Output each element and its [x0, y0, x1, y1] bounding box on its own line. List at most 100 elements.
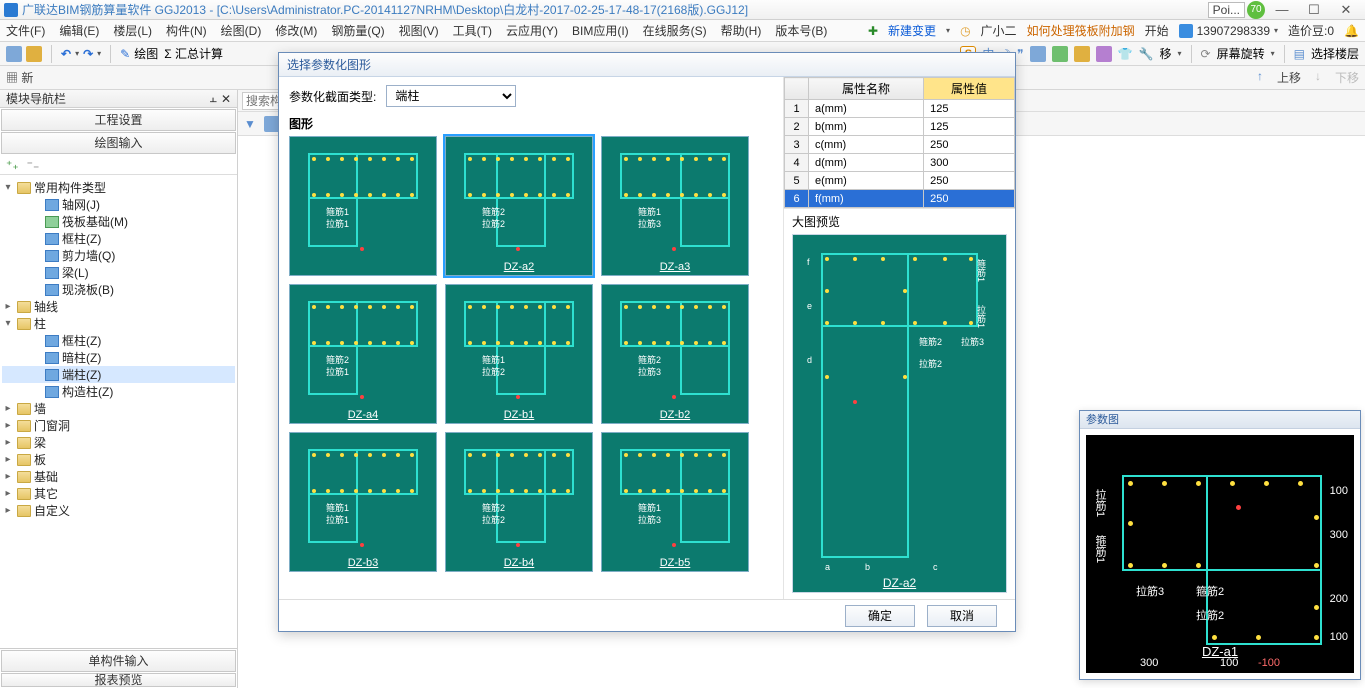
tree-common[interactable]: ▾常用构件类型: [2, 179, 235, 196]
prop-row[interactable]: 6f(mm)250: [785, 190, 1015, 208]
menu-rebar[interactable]: 钢筋量(Q): [331, 22, 384, 39]
tree-col-constr[interactable]: 构造柱(Z): [2, 383, 235, 400]
tool-icon-a[interactable]: [1030, 46, 1046, 62]
component-tree: ▾常用构件类型 轴网(J) 筏板基础(M) 框柱(Z) 剪力墙(Q) 梁(L) …: [0, 175, 237, 648]
tree-foundation[interactable]: ▸基础: [2, 468, 235, 485]
select-floor-label[interactable]: 选择楼层: [1311, 45, 1359, 62]
menu-edit[interactable]: 编辑(E): [59, 22, 99, 39]
menu-file[interactable]: 文件(F): [6, 22, 45, 39]
shape-cell-3[interactable]: 箍筋2拉筋1DZ-a4: [289, 284, 437, 424]
redo-icon[interactable]: ↷: [83, 47, 93, 61]
prop-row[interactable]: 5e(mm)250: [785, 172, 1015, 190]
pin-icon[interactable]: ⫠: [210, 91, 217, 106]
tree-beam[interactable]: 梁(L): [2, 264, 235, 281]
prop-row[interactable]: 4d(mm)300: [785, 154, 1015, 172]
tree-shearwall[interactable]: 剪力墙(Q): [2, 247, 235, 264]
project-settings-button[interactable]: 工程设置: [1, 109, 236, 131]
tree-raft[interactable]: 筏板基础(M): [2, 213, 235, 230]
tree-slab-cat[interactable]: ▸板: [2, 451, 235, 468]
single-input-button[interactable]: 单构件输入: [1, 650, 236, 672]
tree-beam-cat[interactable]: ▸梁: [2, 434, 235, 451]
undo-icon[interactable]: ↶: [61, 47, 71, 61]
preview-label: 大图预览: [784, 208, 1015, 234]
shape-cell-2[interactable]: 箍筋1拉筋3DZ-a3: [601, 136, 749, 276]
save-icon[interactable]: [26, 46, 42, 62]
menu-modify[interactable]: 修改(M): [275, 22, 317, 39]
minimize-icon[interactable]: —: [1267, 2, 1297, 17]
rotate-label[interactable]: 屏幕旋转: [1217, 45, 1265, 62]
tool-icon-b[interactable]: [1052, 46, 1068, 62]
pencil-icon[interactable]: ✎: [120, 47, 130, 61]
shape-caption: DZ-b3: [290, 557, 436, 569]
up-label[interactable]: 上移: [1277, 69, 1301, 86]
xiaoer[interactable]: 广小二: [981, 22, 1017, 39]
prop-row[interactable]: 1a(mm)125: [785, 100, 1015, 118]
menu-help[interactable]: 帮助(H): [721, 22, 762, 39]
close-nav-icon[interactable]: ✕: [221, 92, 231, 106]
col-value: 属性值: [924, 78, 1015, 100]
tree-opening[interactable]: ▸门窗洞: [2, 417, 235, 434]
tree-axis-net[interactable]: 轴网(J): [2, 196, 235, 213]
shape-cell-4[interactable]: 箍筋1拉筋2DZ-b1: [445, 284, 593, 424]
sub-new-icon[interactable]: ▦ 新: [6, 69, 33, 86]
shape-cell-0[interactable]: 箍筋1拉筋1: [289, 136, 437, 276]
up-arrow-icon[interactable]: ↑: [1257, 69, 1263, 86]
menu-bim[interactable]: BIM应用(I): [572, 22, 629, 39]
tree-col-frame[interactable]: 框柱(Z): [2, 332, 235, 349]
menu-component[interactable]: 构件(N): [166, 22, 207, 39]
bell-icon[interactable]: 🔔: [1344, 24, 1359, 38]
tree-axis[interactable]: ▸轴线: [2, 298, 235, 315]
comma-icon[interactable]: ❞: [1017, 47, 1023, 61]
ok-button[interactable]: 确定: [845, 605, 915, 627]
maximize-icon[interactable]: ☐: [1299, 2, 1329, 18]
new-change-link[interactable]: 新建变更: [888, 22, 936, 39]
filter-icon[interactable]: ▼: [244, 117, 256, 131]
menu-view[interactable]: 视图(V): [399, 22, 439, 39]
prop-row[interactable]: 2b(mm)125: [785, 118, 1015, 136]
sum-label[interactable]: Σ 汇总计算: [164, 45, 223, 62]
param-panel-title: 参数图: [1080, 411, 1360, 429]
shape-cell-1[interactable]: 箍筋2拉筋2DZ-a2: [445, 136, 593, 276]
draw-label[interactable]: 绘图: [134, 45, 158, 62]
draw-input-button[interactable]: 绘图输入: [1, 132, 236, 154]
tool-icon-c[interactable]: [1074, 46, 1090, 62]
menu-online[interactable]: 在线服务(S): [643, 22, 707, 39]
tree-wall[interactable]: ▸墙: [2, 400, 235, 417]
user-chip[interactable]: 13907298339▾: [1179, 24, 1278, 38]
type-label: 参数化截面类型:: [289, 88, 376, 105]
shape-cell-7[interactable]: 箍筋2拉筋2DZ-b4: [445, 432, 593, 572]
menu-version[interactable]: 版本号(B): [775, 22, 827, 39]
shape-caption: DZ-b2: [602, 409, 748, 421]
close-icon[interactable]: ✕: [1331, 2, 1361, 18]
tree-col-end[interactable]: 端柱(Z): [2, 366, 235, 383]
section-type-select[interactable]: 端柱: [386, 85, 516, 107]
tree-custom[interactable]: ▸自定义: [2, 502, 235, 519]
shape-cell-5[interactable]: 箍筋2拉筋3DZ-b2: [601, 284, 749, 424]
tool-icon-d[interactable]: [1096, 46, 1112, 62]
open-icon[interactable]: [6, 46, 22, 62]
prop-row[interactable]: 3c(mm)250: [785, 136, 1015, 154]
app-icon: [4, 3, 18, 17]
tree-column[interactable]: ▾柱: [2, 315, 235, 332]
tree-slab[interactable]: 现浇板(B): [2, 281, 235, 298]
menu-tool[interactable]: 工具(T): [453, 22, 492, 39]
user-icon: [1179, 24, 1193, 38]
menu-draw[interactable]: 绘图(D): [221, 22, 262, 39]
param-canvas: 拉筋1 箍筋1 拉筋3 箍筋2 拉筋2 100 300 200 100 300 …: [1086, 435, 1354, 673]
menu-cloud[interactable]: 云应用(Y): [506, 22, 558, 39]
menu-floor[interactable]: 楼层(L): [113, 22, 152, 39]
tree-frame-col[interactable]: 框柱(Z): [2, 230, 235, 247]
cancel-button[interactable]: 取消: [927, 605, 997, 627]
shape-cell-6[interactable]: 箍筋1拉筋1DZ-b3: [289, 432, 437, 572]
report-preview-button[interactable]: 报表预览: [1, 673, 236, 687]
collapse-icon[interactable]: ⁻₋: [27, 158, 40, 172]
help-text[interactable]: 如何处理筏板附加钢: [1027, 22, 1135, 39]
dialog-title: 选择参数化图形: [279, 53, 1015, 77]
poi-pill[interactable]: Poi...: [1208, 2, 1245, 18]
tree-col-hidden[interactable]: 暗柱(Z): [2, 349, 235, 366]
expand-icon[interactable]: ⁺₊: [6, 158, 19, 172]
shape-cell-8[interactable]: 箍筋1拉筋3DZ-b5: [601, 432, 749, 572]
start-button[interactable]: 开始: [1145, 22, 1169, 39]
tree-other[interactable]: ▸其它: [2, 485, 235, 502]
move-label[interactable]: 移: [1160, 45, 1172, 62]
